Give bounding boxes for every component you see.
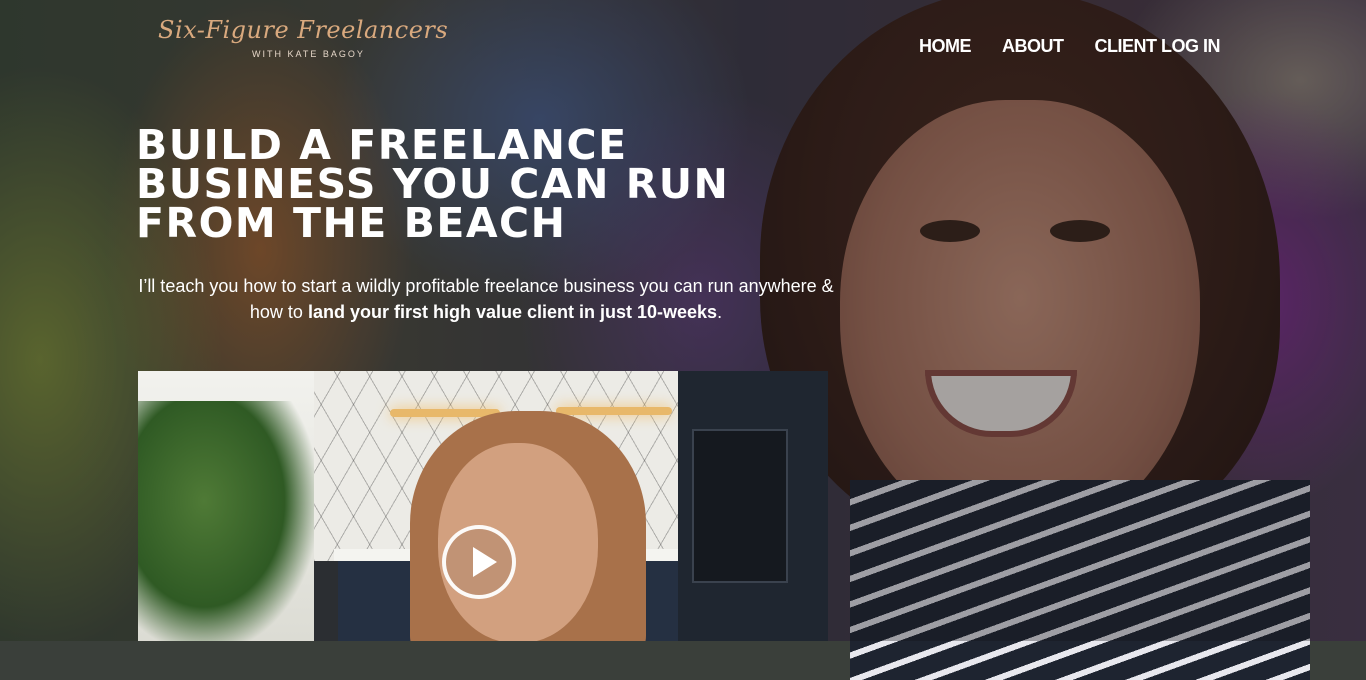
nav-about[interactable]: ABOUT bbox=[1002, 36, 1064, 57]
site-logo[interactable]: Six-Figure Freelancers WITH KATE BAGOY bbox=[158, 16, 448, 74]
main-nav: HOME ABOUT CLIENT LOG IN bbox=[919, 36, 1220, 57]
logo-script-text: Six-Figure Freelancers bbox=[158, 16, 449, 44]
video-scene-lamp bbox=[556, 407, 672, 415]
hero-subtext-bold: land your first high value client in jus… bbox=[307, 302, 718, 322]
video-scene-plant bbox=[138, 401, 318, 641]
hero-headline: BUILD A FREELANCE BUSINESS YOU CAN RUN F… bbox=[136, 121, 730, 247]
hero-subtext: I’ll teach you how to start a wildly pro… bbox=[136, 273, 836, 325]
video-play-button[interactable] bbox=[442, 525, 516, 599]
play-icon bbox=[473, 547, 497, 577]
logo-tagline: WITH KATE BAGOY bbox=[252, 49, 365, 59]
intro-video[interactable] bbox=[138, 371, 828, 641]
hero-subtext-end: . bbox=[717, 302, 723, 322]
video-scene-oven bbox=[692, 429, 788, 583]
nav-client-log-in[interactable]: CLIENT LOG IN bbox=[1095, 36, 1221, 57]
nav-home[interactable]: HOME bbox=[919, 36, 972, 57]
